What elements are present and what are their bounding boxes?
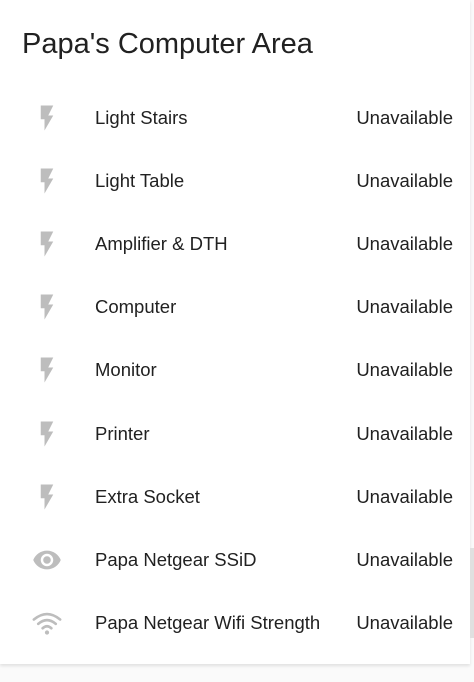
entity-name: Monitor: [95, 359, 157, 381]
lightning-bolt-icon: [32, 482, 62, 512]
entity-row-printer[interactable]: Printer Unavailable: [0, 402, 470, 465]
entity-row-monitor[interactable]: Monitor Unavailable: [0, 339, 470, 402]
lightning-bolt-icon: [32, 419, 62, 449]
entity-state: Unavailable: [356, 232, 453, 254]
card-title: Papa's Computer Area: [22, 28, 313, 60]
entity-row-amplifier-dth[interactable]: Amplifier & DTH Unavailable: [0, 212, 470, 275]
lightning-bolt-icon: [32, 355, 62, 385]
lightning-bolt-icon: [32, 292, 62, 322]
entity-name: Computer: [95, 296, 177, 318]
entity-row-papa-netgear-wifi-strength[interactable]: Papa Netgear Wifi Strength Unavailable: [0, 592, 470, 655]
lightning-bolt-icon: [32, 229, 62, 259]
lightning-bolt-icon: [32, 103, 62, 133]
entity-state: Unavailable: [356, 296, 453, 318]
entity-row-light-table[interactable]: Light Table Unavailable: [0, 149, 470, 212]
entity-state: Unavailable: [356, 359, 453, 381]
eye-icon: [32, 545, 62, 575]
dashboard-page: Papa's Computer Area Light Stairs Unavai…: [0, 0, 474, 682]
entity-name: Printer: [95, 422, 150, 444]
entity-row-extra-socket[interactable]: Extra Socket Unavailable: [0, 465, 470, 528]
entity-name: Amplifier & DTH: [95, 232, 228, 254]
entity-state: Unavailable: [356, 612, 453, 634]
entities-card: Papa's Computer Area Light Stairs Unavai…: [0, 0, 470, 664]
entity-name: Light Stairs: [95, 106, 188, 128]
entity-row-computer[interactable]: Computer Unavailable: [0, 276, 470, 339]
lightning-bolt-icon: [32, 166, 62, 196]
scrollbar[interactable]: [470, 548, 474, 638]
entity-name: Extra Socket: [95, 485, 200, 507]
entity-row-papa-netgear-ssid[interactable]: Papa Netgear SSiD Unavailable: [0, 528, 470, 591]
entity-state: Unavailable: [356, 548, 453, 570]
entity-name: Papa Netgear SSiD: [95, 548, 257, 570]
entity-state: Unavailable: [356, 485, 453, 507]
entity-name: Papa Netgear Wifi Strength: [95, 612, 321, 634]
entity-state: Unavailable: [356, 422, 453, 444]
entity-state: Unavailable: [356, 106, 453, 128]
wifi-icon: [32, 608, 62, 638]
entity-row-light-stairs[interactable]: Light Stairs Unavailable: [0, 86, 470, 149]
entity-list: Light Stairs Unavailable Light Table Una…: [0, 86, 470, 655]
entity-state: Unavailable: [356, 169, 453, 191]
entity-name: Light Table: [95, 169, 185, 191]
